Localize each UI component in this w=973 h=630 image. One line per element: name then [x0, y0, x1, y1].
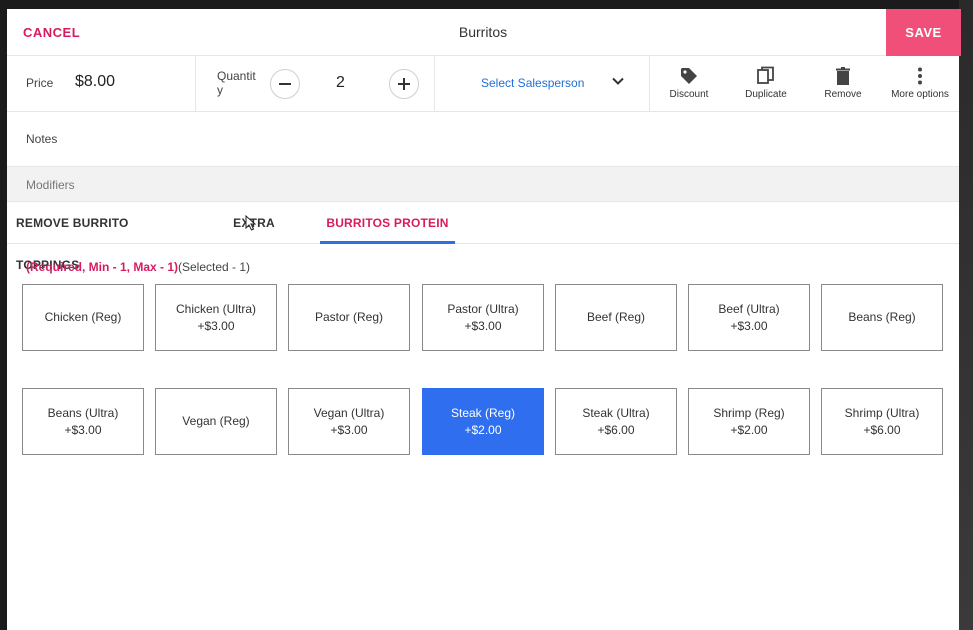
option-name: Vegan (Reg)	[182, 414, 250, 428]
chevron-down-icon[interactable]	[610, 73, 626, 89]
option-tile[interactable]: Shrimp (Reg) +$2.00	[688, 388, 810, 455]
option-name: Steak (Ultra)	[582, 405, 650, 420]
option-tile[interactable]: Pastor (Ultra) +$3.00	[422, 284, 544, 351]
option-price: +$2.00	[730, 422, 768, 437]
increase-quantity-button[interactable]	[389, 69, 419, 99]
tag-icon	[681, 68, 697, 84]
quantity-stepper: Quantit y 2	[196, 56, 435, 112]
option-price: +$3.00	[730, 318, 768, 333]
price-label: Price	[26, 76, 54, 90]
option-price: +$3.00	[330, 422, 368, 437]
quantity-value: 2	[336, 74, 345, 91]
tab-remove-burrito-toppings[interactable]: REMOVE BURRITO TOPPINGS	[16, 202, 178, 272]
option-tile[interactable]: Beef (Reg)	[555, 284, 677, 351]
option-name: Beef (Reg)	[586, 310, 646, 324]
option-tile[interactable]: Shrimp (Ultra) +$6.00	[821, 388, 943, 455]
option-tile[interactable]: Beans (Reg)	[821, 284, 943, 351]
option-tile[interactable]: Chicken (Ultra) +$3.00	[155, 284, 277, 351]
option-tile[interactable]: Vegan (Ultra) +$3.00	[288, 388, 410, 455]
option-price: +$6.00	[863, 422, 901, 437]
plus-icon	[398, 78, 410, 90]
remove-button[interactable]: Remove	[812, 56, 874, 112]
option-tile[interactable]: Beans (Ultra) +$3.00	[22, 388, 144, 455]
dialog-header: Burritos CANCEL SAVE	[7, 9, 961, 56]
salesperson-select-label[interactable]: Select Salesperson	[481, 76, 584, 90]
option-name: Vegan (Ultra)	[313, 405, 385, 420]
option-price: +$2.00	[464, 422, 502, 437]
duplicate-button[interactable]: Duplicate	[734, 56, 798, 112]
save-button[interactable]: SAVE	[886, 9, 961, 56]
option-name: Beans (Ultra)	[47, 405, 119, 420]
option-tile[interactable]: Vegan (Reg)	[155, 388, 277, 455]
price-value[interactable]: $8.00	[75, 73, 115, 91]
modifier-dialog: Burritos CANCEL SAVE Price $8.00 Quantit…	[7, 9, 961, 630]
selected-count: (Selected - 1)	[178, 260, 251, 274]
option-name: Beans (Reg)	[848, 310, 916, 324]
option-name: Pastor (Reg)	[314, 310, 384, 324]
option-name: Steak (Reg)	[450, 405, 516, 420]
tab-extra[interactable]: EXTRA	[229, 202, 279, 244]
modifiers-label: Modifiers	[26, 178, 75, 192]
option-price: +$6.00	[597, 422, 635, 437]
notes-label[interactable]: Notes	[26, 132, 57, 146]
dialog-title: Burritos	[458, 24, 508, 40]
more-options-label: More options	[891, 89, 949, 100]
modifier-tabs: REMOVE BURRITO TOPPINGS EXTRA BURRITOS P…	[7, 202, 959, 272]
option-name: Shrimp (Reg)	[713, 405, 785, 420]
more-vertical-icon	[918, 67, 922, 85]
option-tile[interactable]: Pastor (Reg)	[288, 284, 410, 351]
requirement-row: (Required, Min - 1, Max - 1) (Selected -…	[7, 244, 959, 274]
option-name: Pastor (Ultra)	[447, 301, 519, 316]
requirement-text: (Required, Min - 1, Max - 1)	[26, 260, 179, 274]
option-price: +$3.00	[64, 422, 102, 437]
copy-icon	[757, 66, 774, 84]
salesperson-select[interactable]: Select Salesperson	[435, 56, 650, 112]
decrease-quantity-button[interactable]	[270, 69, 300, 99]
discount-button[interactable]: Discount	[658, 56, 720, 112]
option-tile[interactable]: Chicken (Reg)	[22, 284, 144, 351]
option-name: Chicken (Reg)	[44, 310, 122, 324]
discount-label: Discount	[669, 89, 709, 100]
backdrop	[959, 0, 973, 630]
quantity-label: Quantit y	[217, 69, 256, 97]
price-cell: Price $8.00	[7, 56, 196, 112]
minus-icon	[279, 83, 291, 85]
option-tile[interactable]: Beef (Ultra) +$3.00	[688, 284, 810, 351]
tab-burritos-protein[interactable]: BURRITOS PROTEIN	[320, 202, 455, 244]
option-price: +$3.00	[464, 318, 502, 333]
modifiers-section-header: Modifiers	[7, 167, 959, 202]
item-action-row: Price $8.00 Quantit y 2 Select Salespers…	[7, 56, 959, 112]
option-price: +$3.00	[197, 318, 235, 333]
option-name: Beef (Ultra)	[718, 301, 780, 316]
option-tile[interactable]: Steak (Reg) +$2.00	[422, 388, 544, 455]
option-name: Shrimp (Ultra)	[844, 405, 920, 420]
duplicate-label: Duplicate	[745, 89, 787, 100]
remove-label: Remove	[824, 89, 862, 100]
more-options-button[interactable]: More options	[886, 56, 954, 112]
cancel-button[interactable]: CANCEL	[23, 9, 80, 56]
notes-field[interactable]: Notes	[7, 112, 959, 167]
option-tile[interactable]: Steak (Ultra) +$6.00	[555, 388, 677, 455]
trash-icon	[836, 67, 850, 85]
option-name: Chicken (Ultra)	[175, 301, 256, 316]
